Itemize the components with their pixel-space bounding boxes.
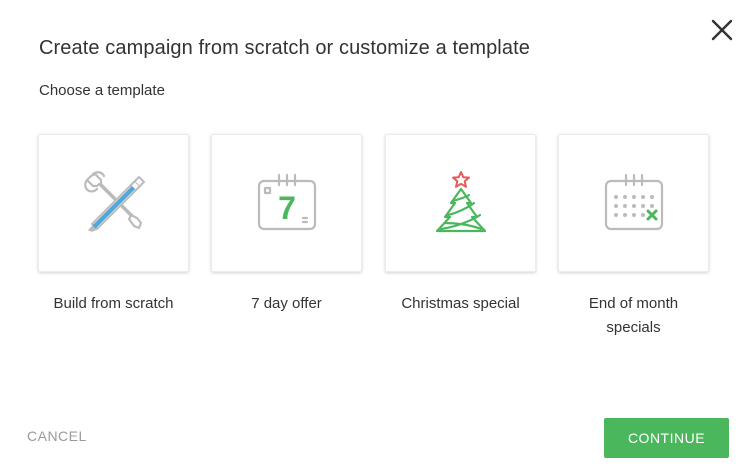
create-campaign-dialog: Create campaign from scratch or customiz…: [0, 0, 746, 476]
template-label: Christmas special: [401, 295, 520, 312]
tools-icon: [83, 171, 145, 232]
template-build-from-scratch[interactable]: Build from scratch: [38, 134, 189, 316]
dialog-title: Create campaign from scratch or customiz…: [39, 37, 530, 59]
template-end-of-month-specials[interactable]: End of month specials: [558, 134, 709, 340]
dialog-subtitle: Choose a template: [39, 82, 165, 99]
template-label: End of month specials: [588, 295, 679, 336]
template-list: Build from scratch 7 7 day offer Christm…: [38, 134, 712, 344]
template-card[interactable]: [38, 134, 189, 272]
template-label: Build from scratch: [53, 295, 174, 312]
template-card[interactable]: [558, 134, 709, 272]
template-7-day-offer[interactable]: 7 7 day offer: [211, 134, 362, 316]
close-icon: [711, 19, 733, 41]
template-card[interactable]: [385, 134, 536, 272]
christmas-tree-icon: [435, 171, 486, 233]
cancel-button[interactable]: CANCEL: [27, 428, 87, 444]
calendar-day-number: 7: [278, 190, 296, 226]
continue-button[interactable]: CONTINUE: [604, 418, 729, 458]
template-card[interactable]: 7: [211, 134, 362, 272]
close-button[interactable]: [709, 17, 735, 43]
template-label: 7 day offer: [251, 295, 322, 312]
calendar-month-end-icon: [604, 173, 663, 231]
calendar-seven-icon: 7: [257, 173, 316, 231]
template-christmas-special[interactable]: Christmas special: [385, 134, 536, 316]
